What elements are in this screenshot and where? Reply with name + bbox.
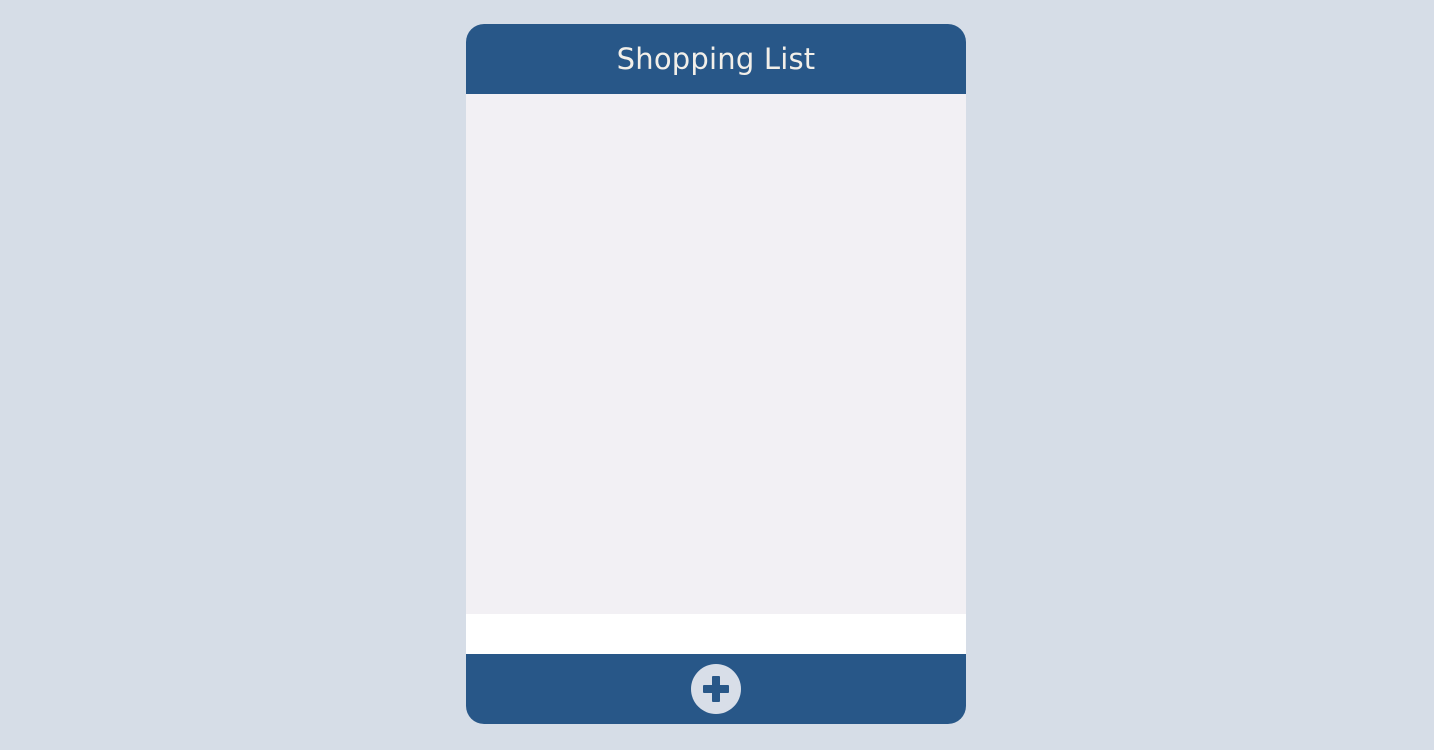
page-title: Shopping List <box>616 42 816 76</box>
app-footer <box>466 654 966 724</box>
shopping-list <box>466 94 966 614</box>
item-input[interactable] <box>466 614 966 654</box>
item-input-row <box>466 614 966 654</box>
add-item-button[interactable] <box>691 664 741 714</box>
plus-icon <box>703 676 729 702</box>
shopping-list-app: Shopping List <box>466 24 966 724</box>
app-header: Shopping List <box>466 24 966 94</box>
